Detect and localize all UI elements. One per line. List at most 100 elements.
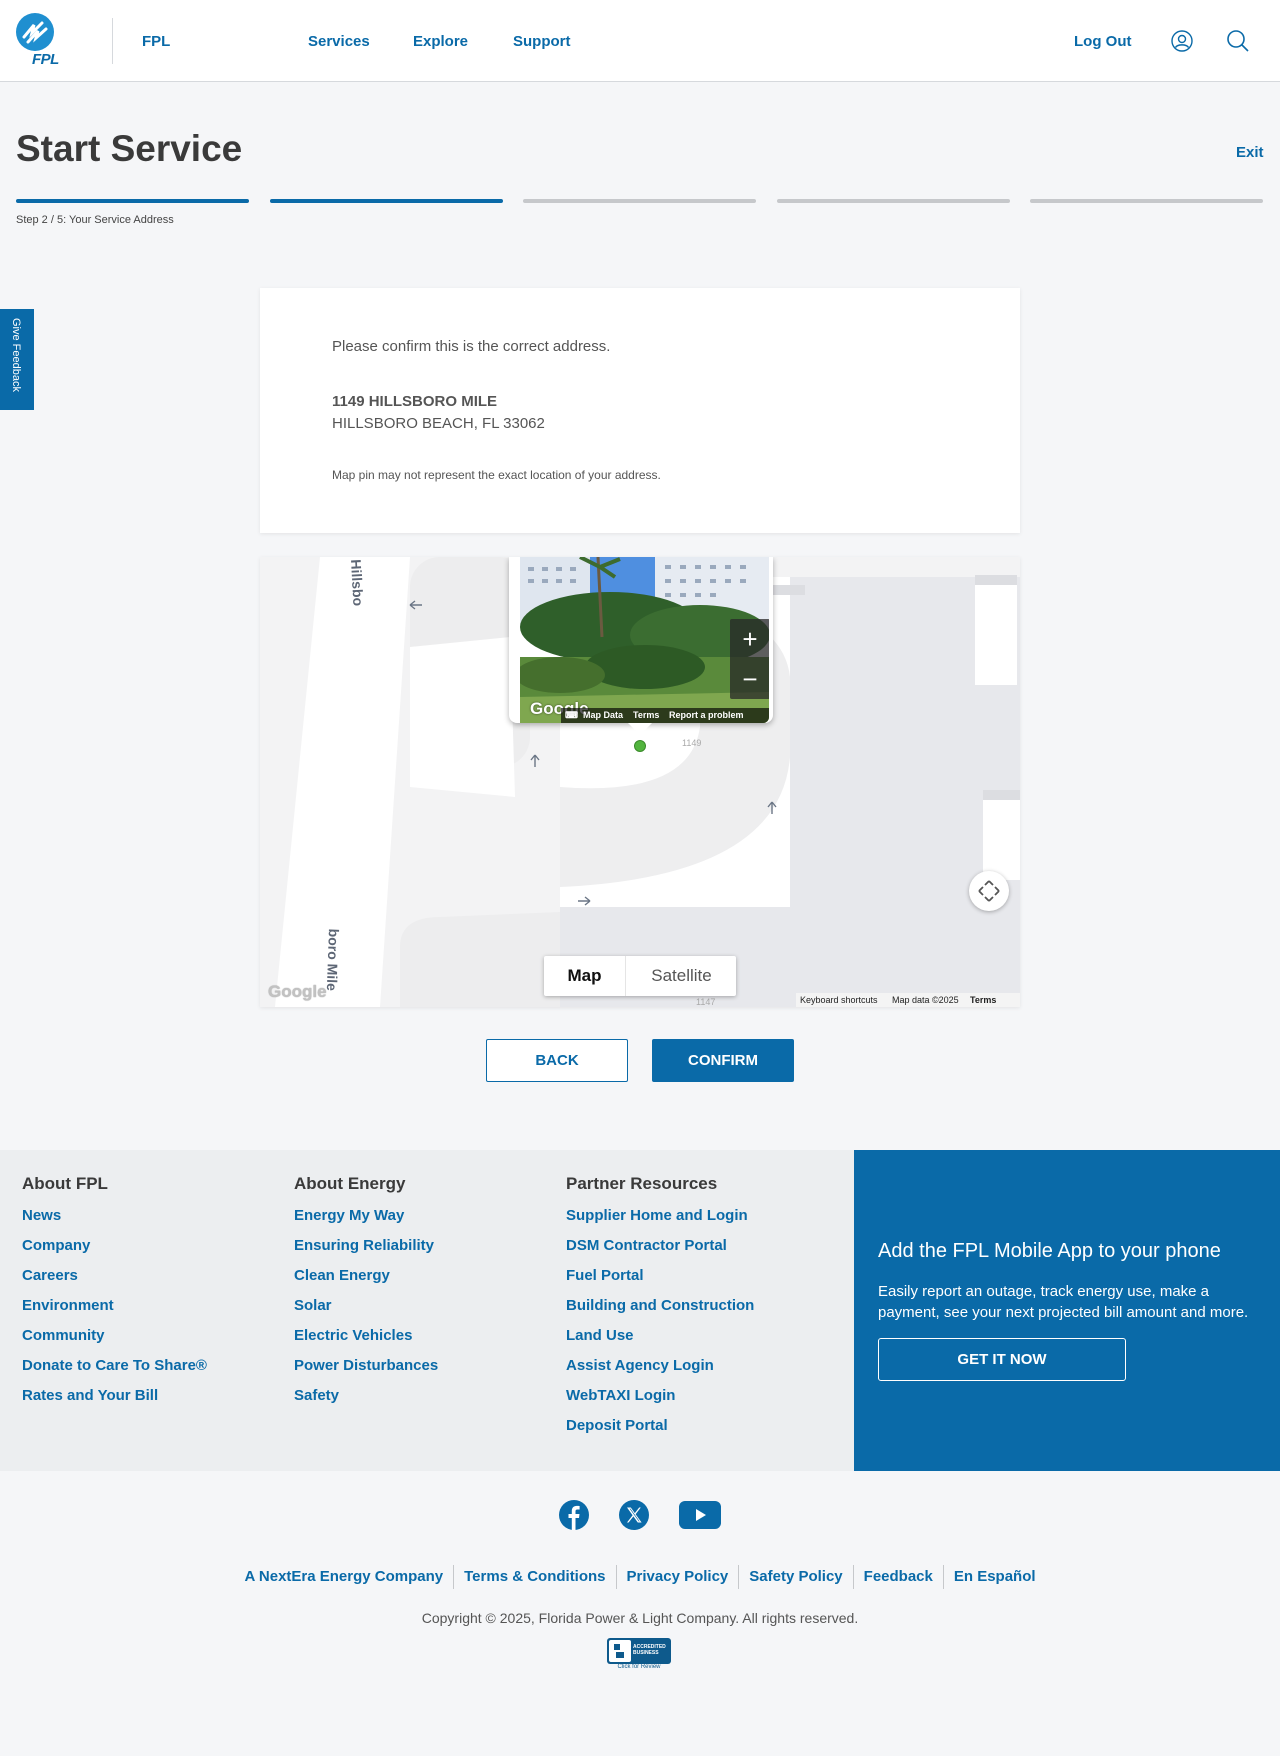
progress-step-5 (1030, 199, 1263, 203)
footer-link[interactable]: DSM Contractor Portal (566, 1236, 754, 1266)
confirm-button[interactable]: CONFIRM (652, 1039, 794, 1082)
footer-link[interactable]: WebTAXI Login (566, 1386, 754, 1416)
footer-heading: About FPL (22, 1174, 108, 1193)
footer-col-about-fpl: About FPL News Company Careers Environme… (22, 1174, 207, 1416)
address-map[interactable]: Hillsbo boro Mile 1149 1147 Google + − ⌨… (260, 557, 1020, 1007)
map-type-satellite[interactable]: Satellite (627, 956, 736, 996)
sv-report-problem[interactable]: Report a problem (669, 710, 744, 720)
address-line-2: HILLSBORO BEACH, FL 33062 (332, 415, 545, 432)
footer-link[interactable]: Clean Energy (294, 1266, 438, 1296)
bbb-text: ACCREDITED BUSINESS (633, 1644, 666, 1656)
fpl-logo[interactable]: FPL (16, 13, 76, 69)
footer-link[interactable]: Supplier Home and Login (566, 1206, 754, 1236)
footer-link[interactable]: Deposit Portal (566, 1416, 754, 1446)
legal-links: A NextEra Energy Company Terms & Conditio… (0, 1565, 1280, 1589)
street-view-attribution: ⌨ Map Data Terms Report a problem (561, 708, 769, 723)
map-terms-link[interactable]: Terms (970, 995, 996, 1005)
footer-link[interactable]: Safety (294, 1386, 438, 1416)
header-divider (112, 18, 113, 64)
footer-link[interactable]: Donate to Care To Share® (22, 1356, 207, 1386)
footer-link[interactable]: Land Use (566, 1326, 754, 1356)
footer-link[interactable]: Ensuring Reliability (294, 1236, 438, 1266)
footer-heading: About Energy (294, 1174, 406, 1193)
footer-link[interactable]: Building and Construction (566, 1296, 754, 1326)
street-view-popup[interactable]: Google + − ⌨ Map Data Terms Report a pro… (509, 557, 773, 735)
back-button[interactable]: BACK (486, 1039, 628, 1082)
feedback-label: Give Feedback (10, 318, 22, 392)
street-view-zoom: + − (730, 619, 769, 699)
footer-link[interactable]: Rates and Your Bill (22, 1386, 207, 1416)
building-label-1147: 1147 (696, 997, 716, 1007)
site-header: FPL FPL Services Explore Support Log Out (0, 0, 1280, 82)
footer-heading: Partner Resources (566, 1174, 718, 1193)
building-label-1149: 1149 (682, 738, 702, 748)
footer-links: About FPL News Company Careers Environme… (0, 1150, 854, 1471)
fullscreen-icon[interactable] (969, 871, 1009, 911)
footer-col-about-energy: About Energy Energy My Way Ensuring Reli… (294, 1174, 438, 1416)
progress-step-2 (270, 199, 503, 203)
legal-link[interactable]: Privacy Policy (615, 1565, 739, 1589)
get-it-now-button[interactable]: GET IT NOW (878, 1338, 1126, 1381)
promo-text: Easily report an outage, track energy us… (878, 1283, 1249, 1321)
zoom-in-button[interactable]: + (730, 619, 769, 659)
footer-link[interactable]: News (22, 1206, 207, 1236)
legal-link[interactable]: Safety Policy (738, 1565, 852, 1589)
exit-link[interactable]: Exit (1236, 144, 1264, 161)
footer-link[interactable]: Community (22, 1326, 207, 1356)
x-icon[interactable] (618, 1499, 650, 1531)
search-icon[interactable] (1226, 29, 1250, 53)
progress-step-1 (16, 199, 249, 203)
footer-link[interactable]: Company (22, 1236, 207, 1266)
legal-link[interactable]: Feedback (852, 1565, 943, 1589)
address-line-1: 1149 HILLSBORO MILE (332, 393, 498, 410)
legal-link[interactable]: A NextEra Energy Company (234, 1565, 453, 1589)
sv-terms[interactable]: Terms (633, 710, 659, 720)
street-label-top: Hillsbo (348, 559, 367, 607)
map-attribution: Keyboard shortcuts Map data ©2025 Terms (796, 993, 1020, 1007)
footer-link[interactable]: Environment (22, 1296, 207, 1326)
footer-link[interactable]: Electric Vehicles (294, 1326, 438, 1356)
youtube-icon[interactable] (679, 1499, 721, 1531)
map-type-map[interactable]: Map (544, 956, 626, 996)
keyboard-shortcuts-link[interactable]: Keyboard shortcuts (800, 995, 878, 1005)
footer-link[interactable]: Careers (22, 1266, 207, 1296)
location-pin[interactable] (634, 740, 646, 752)
nav-explore[interactable]: Explore (413, 33, 468, 50)
map-data-text: Map data ©2025 (892, 995, 959, 1005)
progress-step-4 (777, 199, 1010, 203)
copyright: Copyright © 2025, Florida Power & Light … (421, 1610, 859, 1626)
facebook-icon[interactable] (558, 1499, 590, 1531)
map-type-control: Map Satellite (544, 956, 736, 996)
fpl-logo-mark (16, 13, 54, 51)
google-watermark: Google (268, 982, 327, 1001)
zoom-out-button[interactable]: − (730, 659, 769, 699)
bbb-badge[interactable]: ACCREDITED BUSINESS Click for Review (607, 1638, 671, 1672)
promo-title: Add the FPL Mobile App to your phone (878, 1240, 1221, 1262)
nav-services[interactable]: Services (308, 33, 370, 50)
user-icon[interactable] (1170, 29, 1194, 53)
step-indicator: Step 2 / 5: Your Service Address (16, 214, 174, 226)
footer-link[interactable]: Energy My Way (294, 1206, 438, 1236)
legal-link[interactable]: Terms & Conditions (453, 1565, 615, 1589)
confirm-question: Please confirm this is the correct addre… (332, 338, 611, 355)
mobile-app-promo: Add the FPL Mobile App to your phone Eas… (854, 1150, 1280, 1471)
keyboard-icon[interactable]: ⌨ (565, 710, 578, 721)
fpl-logo-text: FPL (32, 51, 59, 68)
popup-pointer (628, 723, 652, 735)
progress-step-3 (523, 199, 756, 203)
bbb-caption: Click for Review (617, 1664, 661, 1670)
footer-link[interactable]: Fuel Portal (566, 1266, 754, 1296)
footer-link[interactable]: Assist Agency Login (566, 1356, 754, 1386)
give-feedback-tab[interactable]: Give Feedback (0, 309, 34, 410)
address-confirm-card: Please confirm this is the correct addre… (260, 288, 1020, 533)
footer-link[interactable]: Power Disturbances (294, 1356, 438, 1386)
sv-map-data[interactable]: Map Data (583, 710, 623, 720)
logout-link[interactable]: Log Out (1074, 33, 1131, 50)
street-view-image[interactable]: Google + − ⌨ Map Data Terms Report a pro… (520, 557, 769, 723)
brand-link[interactable]: FPL (142, 33, 170, 50)
page-title: Start Service (16, 128, 243, 169)
legal-link[interactable]: En Español (942, 1565, 1046, 1589)
map-pin-note: Map pin may not represent the exact loca… (332, 468, 661, 482)
footer-link[interactable]: Solar (294, 1296, 438, 1326)
nav-support[interactable]: Support (513, 33, 571, 50)
